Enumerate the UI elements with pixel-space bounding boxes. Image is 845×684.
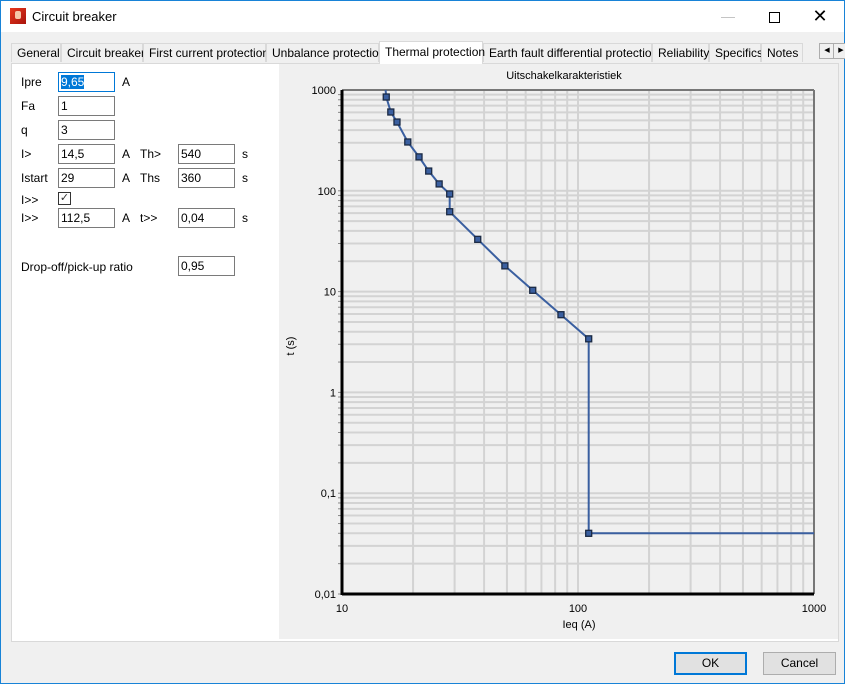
dropoff-ratio-label: Drop-off/pick-up ratio [21, 260, 133, 274]
y-tick-label: 10 [324, 287, 336, 299]
trip-characteristic-chart: Uitschakelkarakteristiek 10 100 1000 0,01 0,… [279, 64, 838, 639]
t-gtgt-label: t>> [140, 211, 158, 225]
data-point-marker [446, 190, 454, 198]
chart-svg: Uitschakelkarakteristiek 10 100 1000 0,01 0,… [285, 70, 827, 631]
tab-first-current-protection[interactable]: First current protection [143, 43, 269, 62]
close-button[interactable]: ✕ [797, 1, 843, 32]
i-gtgt-input[interactable]: 112,5 [58, 208, 115, 228]
y-axis-label: t (s) [285, 337, 297, 356]
data-point-marker [425, 167, 433, 175]
istart-input[interactable]: 29 [58, 168, 115, 188]
i-gtgt-enable-checkbox[interactable]: ✓ [58, 192, 71, 205]
data-point-marker [382, 93, 390, 101]
window-title: Circuit breaker [32, 9, 117, 24]
maximize-button[interactable] [751, 1, 797, 32]
app-icon [10, 8, 26, 24]
q-input[interactable]: 3 [58, 120, 115, 140]
ths-label: Ths [140, 171, 161, 185]
data-point-marker [415, 153, 423, 161]
ipre-unit: A [122, 75, 131, 89]
data-point-marker [585, 529, 593, 537]
tab-reliability[interactable]: Reliability [652, 43, 709, 62]
tab-earth-fault-differential-protection[interactable]: Earth fault differential protection [483, 43, 658, 62]
tab-specifics[interactable]: Specifics [709, 43, 763, 62]
i-gt-unit: A [122, 147, 131, 161]
dropoff-ratio-input[interactable]: 0,95 [178, 256, 235, 276]
i-gtgt-unit: A [122, 211, 131, 225]
chart-tick-labels: 10 100 1000 0,01 0,1 1 10 100 1000 [312, 85, 827, 615]
data-point-marker [387, 108, 395, 116]
y-tick-label: 1 [330, 387, 336, 399]
istart-label: Istart [21, 171, 48, 185]
i-gt-input[interactable]: 14,5 [58, 144, 115, 164]
title-bar: Circuit breaker — ✕ [1, 1, 844, 32]
ipre-value: 9,65 [61, 75, 85, 89]
th-gt-label: Th> [140, 147, 162, 161]
ths-unit: s [242, 171, 248, 185]
data-point-marker [393, 118, 401, 126]
tab-general[interactable]: General [11, 43, 61, 62]
minimize-button[interactable]: — [705, 1, 751, 32]
ths-input[interactable]: 360 [178, 168, 235, 188]
y-tick-label: 0,01 [315, 589, 336, 601]
x-axis-label: Ieq (A) [562, 619, 595, 631]
tab-circuit-breaker[interactable]: Circuit breaker [61, 43, 145, 62]
th-gt-unit: s [242, 147, 248, 161]
fa-input[interactable]: 1 [58, 96, 115, 116]
y-tick-label: 0,1 [321, 488, 336, 500]
x-tick-label: 10 [336, 603, 348, 615]
i-gtgt-enable-label: I>> [21, 193, 39, 207]
i-gtgt-label: I>> [21, 211, 39, 225]
series-line [384, 89, 814, 535]
tab-thermal-protection[interactable]: Thermal protection [379, 41, 485, 64]
i-gt-label: I> [21, 147, 32, 161]
tab-bar: General Circuit breaker First current pr… [11, 41, 845, 64]
maximize-icon [768, 11, 780, 23]
chart-title: Uitschakelkarakteristiek [506, 70, 622, 82]
fa-label: Fa [21, 99, 36, 113]
data-point-marker [446, 208, 454, 216]
data-point-marker [501, 262, 509, 270]
t-gtgt-input[interactable]: 0,04 [178, 208, 235, 228]
data-point-marker [585, 335, 593, 343]
data-point-marker [474, 235, 482, 243]
chart-grid [338, 90, 814, 595]
y-tick-label: 100 [318, 186, 336, 198]
data-point-marker [404, 138, 412, 146]
data-point-marker [557, 311, 565, 319]
tab-notes[interactable]: Notes [761, 43, 803, 62]
t-gtgt-unit: s [242, 211, 248, 225]
istart-unit: A [122, 171, 131, 185]
q-label: q [21, 123, 28, 137]
ipre-label: Ipre [21, 75, 42, 89]
tab-unbalance-protection[interactable]: Unbalance protection [266, 43, 385, 62]
ok-button[interactable]: OK [674, 652, 747, 675]
data-point-marker [529, 286, 537, 294]
x-tick-label: 100 [569, 603, 587, 615]
dialog-window: Circuit breaker — ✕ General Circuit brea… [0, 0, 845, 684]
tab-scroll-right-button[interactable]: ▶ [833, 43, 845, 59]
y-tick-label: 1000 [312, 85, 336, 97]
data-point-marker [435, 180, 443, 188]
cancel-button[interactable]: Cancel [763, 652, 836, 675]
ipre-input[interactable]: 9,65 [58, 72, 115, 92]
th-gt-input[interactable]: 540 [178, 144, 235, 164]
x-tick-label: 1000 [802, 603, 826, 615]
